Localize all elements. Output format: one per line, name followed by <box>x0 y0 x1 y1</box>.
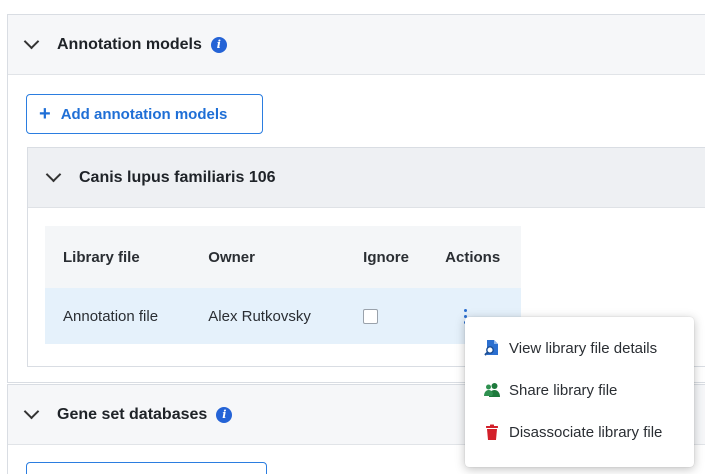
menu-item-disassociate-library-file[interactable]: Disassociate library file <box>465 411 694 453</box>
library-file-cell: Annotation file <box>45 288 191 344</box>
column-header-actions: Actions <box>427 226 521 288</box>
actions-menu: View library file details Share library … <box>465 317 694 467</box>
table-header-row: Library file Owner Ignore Actions <box>45 226 521 288</box>
chevron-down-icon[interactable] <box>23 33 40 50</box>
section-title: Annotation models <box>57 35 202 53</box>
table-row[interactable]: Annotation file Alex Rutkovsky <box>45 288 521 344</box>
menu-item-share-library-file[interactable]: Share library file <box>465 369 694 411</box>
library-files-table: Library file Owner Ignore Actions Annota… <box>45 226 521 344</box>
add-annotation-models-button[interactable]: + Add annotation models <box>26 94 263 134</box>
ignore-cell <box>345 288 428 344</box>
top-rule <box>0 0 705 14</box>
add-annotation-models-label: Add annotation models <box>60 105 228 123</box>
column-header-ignore: Ignore <box>345 226 428 288</box>
library-group-title: Canis lupus familiaris 106 <box>79 168 276 186</box>
menu-item-view-library-file-details[interactable]: View library file details <box>465 327 694 369</box>
info-icon[interactable]: i <box>210 36 227 53</box>
chevron-down-icon[interactable] <box>23 403 40 420</box>
chevron-down-icon[interactable] <box>45 166 62 183</box>
column-header-library-file: Library file <box>45 226 191 288</box>
owner-cell: Alex Rutkovsky <box>190 288 346 344</box>
trash-icon <box>483 423 501 441</box>
menu-item-label: View library file details <box>509 339 658 357</box>
menu-item-label: Disassociate library file <box>509 423 663 441</box>
file-search-icon <box>483 339 501 357</box>
section-title: Gene set databases <box>57 405 208 423</box>
annotation-models-header[interactable]: Annotation models i <box>8 15 705 75</box>
users-icon <box>483 381 501 399</box>
page: Annotation models i + Add annotation mod… <box>0 0 705 474</box>
library-group-header[interactable]: Canis lupus familiaris 106 <box>28 148 705 208</box>
add-gene-set-databases-button[interactable] <box>26 462 267 474</box>
column-header-owner: Owner <box>190 226 346 288</box>
plus-icon: + <box>39 103 51 125</box>
info-icon[interactable]: i <box>216 406 233 423</box>
ignore-checkbox[interactable] <box>363 309 379 325</box>
menu-item-label: Share library file <box>509 381 618 399</box>
